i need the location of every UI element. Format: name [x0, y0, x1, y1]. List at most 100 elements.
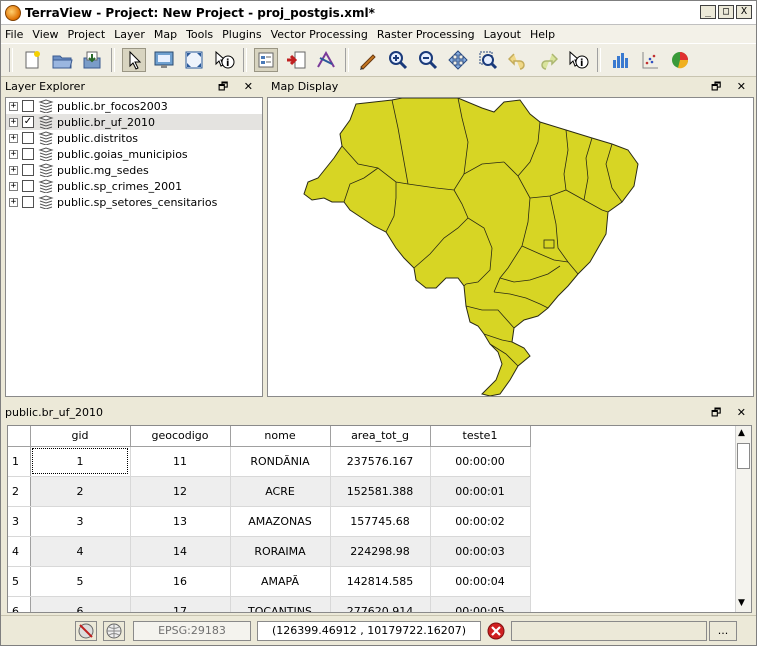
expand-icon[interactable]: + — [9, 181, 18, 191]
layer-item[interactable]: + public.mg_sedes — [6, 162, 262, 178]
table-cell[interactable]: 4 — [30, 536, 131, 567]
row-number[interactable]: 1 — [8, 446, 31, 477]
table-cell[interactable]: 1 — [30, 446, 131, 477]
layer-visibility-checkbox[interactable] — [22, 148, 34, 160]
menu-help[interactable]: Help — [530, 28, 555, 41]
redo-icon[interactable] — [536, 48, 560, 72]
minimize-button[interactable]: _ — [700, 5, 716, 19]
table-cell[interactable]: 2 — [30, 476, 131, 507]
expand-icon[interactable]: + — [9, 165, 18, 175]
table-row[interactable]: 1 1 11 RONDÃNIA 237576.167 00:00:00 — [8, 446, 531, 477]
row-number[interactable]: 6 — [8, 596, 31, 612]
table-cell[interactable]: TOCANTINS — [230, 596, 331, 612]
layer-explorer-dock-controls[interactable]: 🗗 ✕ — [218, 79, 259, 95]
menu-view[interactable]: View — [32, 28, 58, 41]
scroll-down-icon[interactable]: ▼ — [738, 598, 745, 608]
table-cell[interactable]: 142814.585 — [330, 566, 431, 597]
pie-chart-icon[interactable] — [668, 48, 692, 72]
layer-item[interactable]: + public.distritos — [6, 130, 262, 146]
table-row[interactable]: 6 6 17 TOCANTINS 277620.914 00:00:05 — [8, 596, 531, 612]
column-header-gid[interactable]: gid — [30, 426, 131, 447]
table-dock-controls[interactable]: 🗗 ✕ — [711, 405, 752, 421]
menu-layout[interactable]: Layout — [484, 28, 521, 41]
table-cell[interactable]: 224298.98 — [330, 536, 431, 567]
table-row[interactable]: 5 5 16 AMAPÃ 142814.585 00:00:04 — [8, 566, 531, 597]
table-cell[interactable]: 11 — [130, 446, 231, 477]
expand-icon[interactable]: + — [9, 101, 18, 111]
expand-icon[interactable]: + — [9, 133, 18, 143]
table-cell[interactable]: 00:00:02 — [430, 506, 531, 537]
histogram-icon[interactable] — [608, 48, 632, 72]
import-icon[interactable] — [284, 48, 308, 72]
table-cell[interactable]: 157745.68 — [330, 506, 431, 537]
attribute-table[interactable]: gid geocodigo nome area_tot_g teste1 111… — [7, 425, 752, 613]
table-cell[interactable]: AMAZONAS — [230, 506, 331, 537]
layer-item[interactable]: + public.br_focos2003 — [6, 98, 262, 114]
menu-project[interactable]: Project — [68, 28, 106, 41]
layer-visibility-checkbox[interactable] — [22, 100, 34, 112]
expand-icon[interactable]: + — [9, 117, 18, 127]
layer-item[interactable]: + public.sp_crimes_2001 — [6, 178, 262, 194]
scatter-icon[interactable] — [638, 48, 662, 72]
layer-item[interactable]: + public.goias_municipios — [6, 146, 262, 162]
column-header-teste1[interactable]: teste1 — [430, 426, 531, 447]
table-row[interactable]: 2 2 12 ACRE 152581.388 00:00:01 — [8, 476, 531, 507]
display-icon[interactable] — [152, 48, 176, 72]
table-cell[interactable]: 16 — [130, 566, 231, 597]
row-number[interactable]: 4 — [8, 536, 31, 567]
table-cell[interactable]: 5 — [30, 566, 131, 597]
toolbar-grip[interactable] — [111, 48, 115, 72]
menu-vector-processing[interactable]: Vector Processing — [271, 28, 368, 41]
menu-plugins[interactable]: Plugins — [222, 28, 261, 41]
browse-button[interactable]: ... — [709, 621, 737, 641]
no-srs-icon[interactable] — [75, 621, 97, 641]
table-cell[interactable]: 13 — [130, 506, 231, 537]
zoom-area-icon[interactable] — [476, 48, 500, 72]
globe-icon[interactable] — [103, 621, 125, 641]
save-project-icon[interactable] — [80, 48, 104, 72]
layer-visibility-checkbox[interactable] — [22, 196, 34, 208]
layer-item[interactable]: + public.sp_setores_censitarios — [6, 194, 262, 210]
map-display-dock-controls[interactable]: 🗗 ✕ — [711, 79, 752, 95]
table-cell[interactable]: 00:00:05 — [430, 596, 531, 612]
table-cell[interactable]: AMAPÃ — [230, 566, 331, 597]
brazil-map[interactable] — [268, 98, 754, 397]
layer-visibility-checkbox[interactable]: ✓ — [22, 116, 34, 128]
table-cell[interactable]: 14 — [130, 536, 231, 567]
layer-visibility-checkbox[interactable] — [22, 164, 34, 176]
menu-tools[interactable]: Tools — [186, 28, 213, 41]
legend-icon[interactable] — [254, 48, 278, 72]
transform-icon[interactable] — [314, 48, 338, 72]
stop-icon[interactable] — [485, 621, 507, 641]
table-cell[interactable]: 237576.167 — [330, 446, 431, 477]
zoom-in-icon[interactable] — [386, 48, 410, 72]
column-header-geocodigo[interactable]: geocodigo — [130, 426, 231, 447]
table-row[interactable]: 3 3 13 AMAZONAS 157745.68 00:00:02 — [8, 506, 531, 537]
table-cell[interactable]: 17 — [130, 596, 231, 612]
table-cell[interactable]: 00:00:03 — [430, 536, 531, 567]
fit-extent-icon[interactable] — [182, 48, 206, 72]
pencil-icon[interactable] — [356, 48, 380, 72]
identify-icon[interactable]: i — [566, 48, 590, 72]
data-table[interactable]: gid geocodigo nome area_tot_g teste1 111… — [8, 426, 531, 612]
row-number[interactable]: 3 — [8, 506, 31, 537]
table-cell[interactable]: 152581.388 — [330, 476, 431, 507]
pan-icon[interactable] — [446, 48, 470, 72]
close-button[interactable]: X — [736, 5, 752, 19]
scroll-up-icon[interactable]: ▲ — [738, 428, 745, 438]
table-cell[interactable]: 12 — [130, 476, 231, 507]
column-header-area-tot-g[interactable]: area_tot_g — [330, 426, 431, 447]
table-cell[interactable]: 00:00:00 — [430, 446, 531, 477]
undo-icon[interactable] — [506, 48, 530, 72]
table-cell[interactable]: 6 — [30, 596, 131, 612]
table-cell[interactable]: ACRE — [230, 476, 331, 507]
toolbar-grip[interactable] — [9, 48, 13, 72]
info-icon[interactable]: i — [212, 48, 236, 72]
row-number[interactable]: 5 — [8, 566, 31, 597]
zoom-out-icon[interactable] — [416, 48, 440, 72]
expand-icon[interactable]: + — [9, 149, 18, 159]
row-number[interactable]: 2 — [8, 476, 31, 507]
toolbar-grip[interactable] — [597, 48, 601, 72]
menu-map[interactable]: Map — [154, 28, 177, 41]
table-cell[interactable]: 00:00:01 — [430, 476, 531, 507]
